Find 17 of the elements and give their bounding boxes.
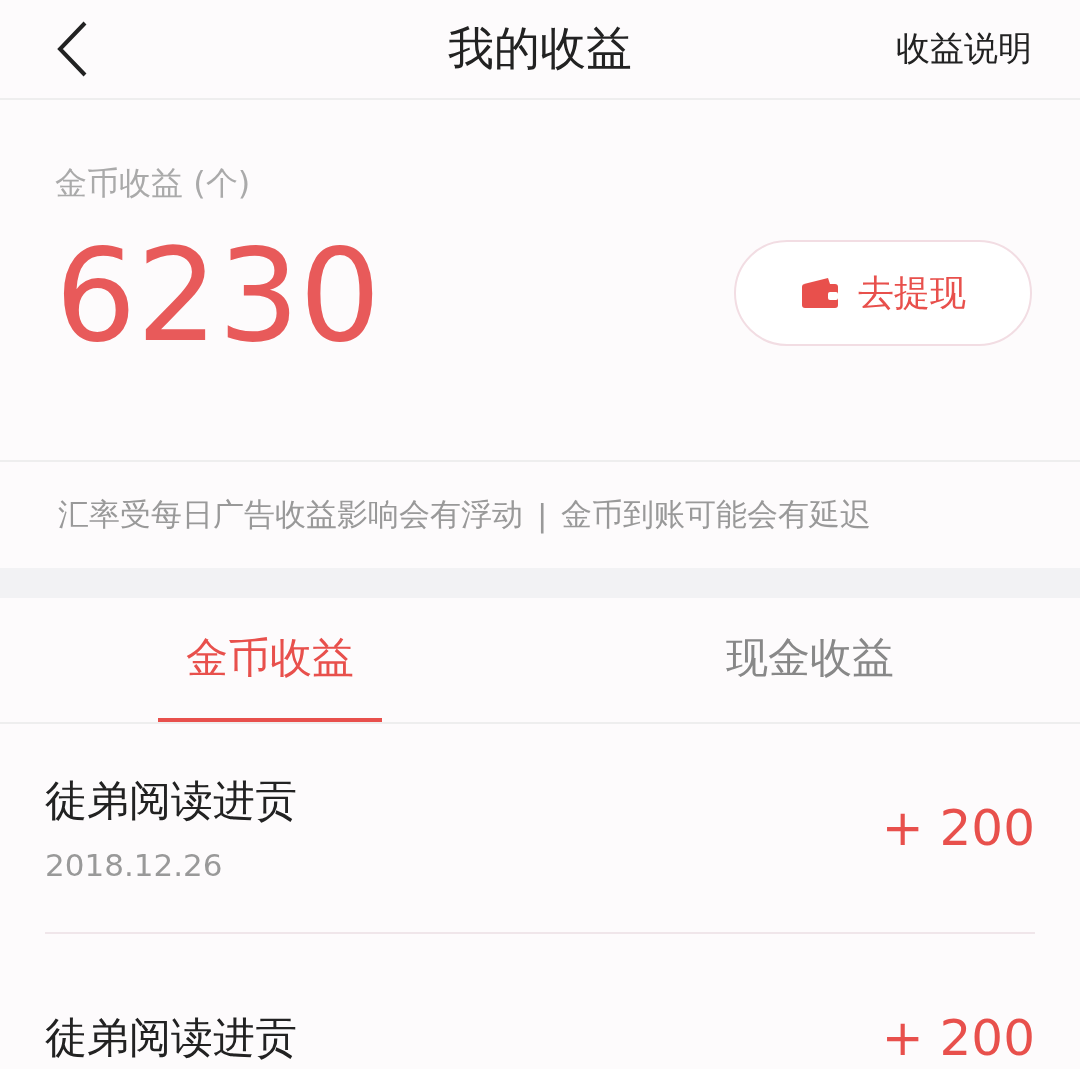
separator-text: |: [537, 497, 548, 533]
coin-amount: 6230: [55, 226, 381, 367]
notice-text: 金币到账可能会有延迟: [561, 495, 872, 534]
earnings-info-link[interactable]: 收益说明: [896, 26, 1032, 72]
record-date: 2018.12.26: [45, 847, 224, 883]
tab[interactable]: 金币收益: [158, 598, 382, 722]
withdraw-button[interactable]: 去提现: [734, 240, 1032, 346]
record-amount: + 200: [881, 799, 1035, 857]
record-amount: + 200: [881, 1009, 1035, 1067]
tab[interactable]: 现金收益: [698, 598, 922, 722]
wallet-icon: [800, 276, 840, 310]
page-title: 我的收益: [448, 20, 632, 77]
coin-earnings-label: 金币收益 (个): [55, 163, 252, 204]
record-title: 徒弟阅读进贡: [45, 1012, 297, 1064]
back-icon[interactable]: [55, 19, 89, 79]
notice-text: 汇率受每日广告收益影响会有浮动: [58, 495, 523, 534]
record-title: 徒弟阅读进贡: [45, 775, 297, 827]
